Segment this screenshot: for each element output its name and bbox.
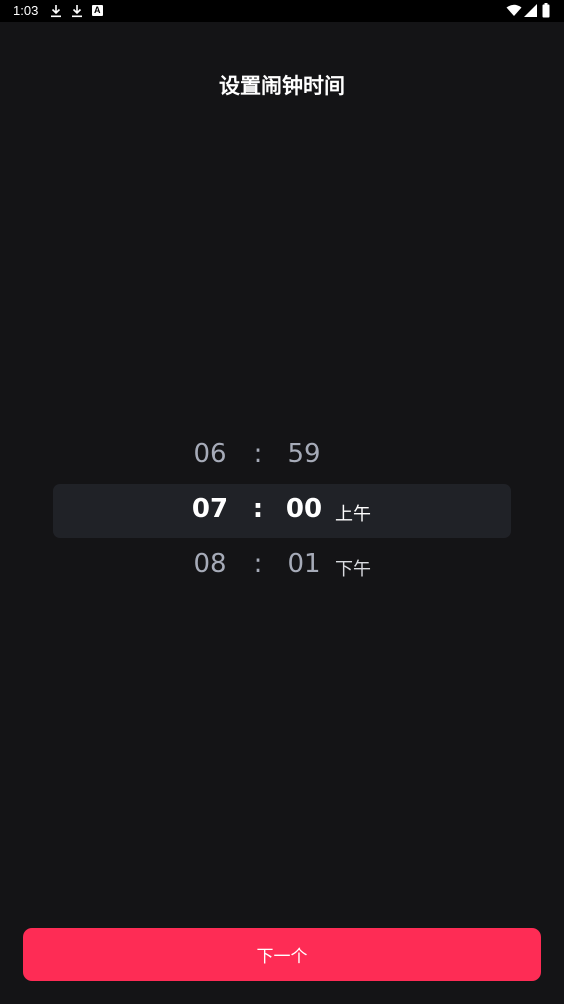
period-selected[interactable]: 上午 [335,500,371,526]
hour-option[interactable]: 08 [180,549,240,579]
next-button[interactable]: 下一个 [23,928,541,981]
a-badge-icon: A [92,5,103,16]
signal-icon [524,4,537,17]
status-bar: 1:03 A [0,0,564,22]
period-option[interactable]: 下午 [335,555,371,581]
download-icon [51,5,61,18]
minute-option[interactable]: 01 [274,549,334,579]
time-separator: : [253,439,263,469]
time-separator: : [253,549,263,579]
time-separator: : [252,494,264,524]
minute-option[interactable]: 59 [274,439,334,469]
battery-icon [542,3,550,18]
hour-selected[interactable]: 07 [180,494,240,524]
status-time: 1:03 [13,3,39,18]
download-icon [72,5,82,18]
wifi-icon [506,4,522,16]
hour-option[interactable]: 06 [180,439,240,469]
minute-selected[interactable]: 00 [274,494,334,524]
a-badge-letter: A [94,5,101,15]
page-title: 设置闹钟时间 [219,74,345,98]
